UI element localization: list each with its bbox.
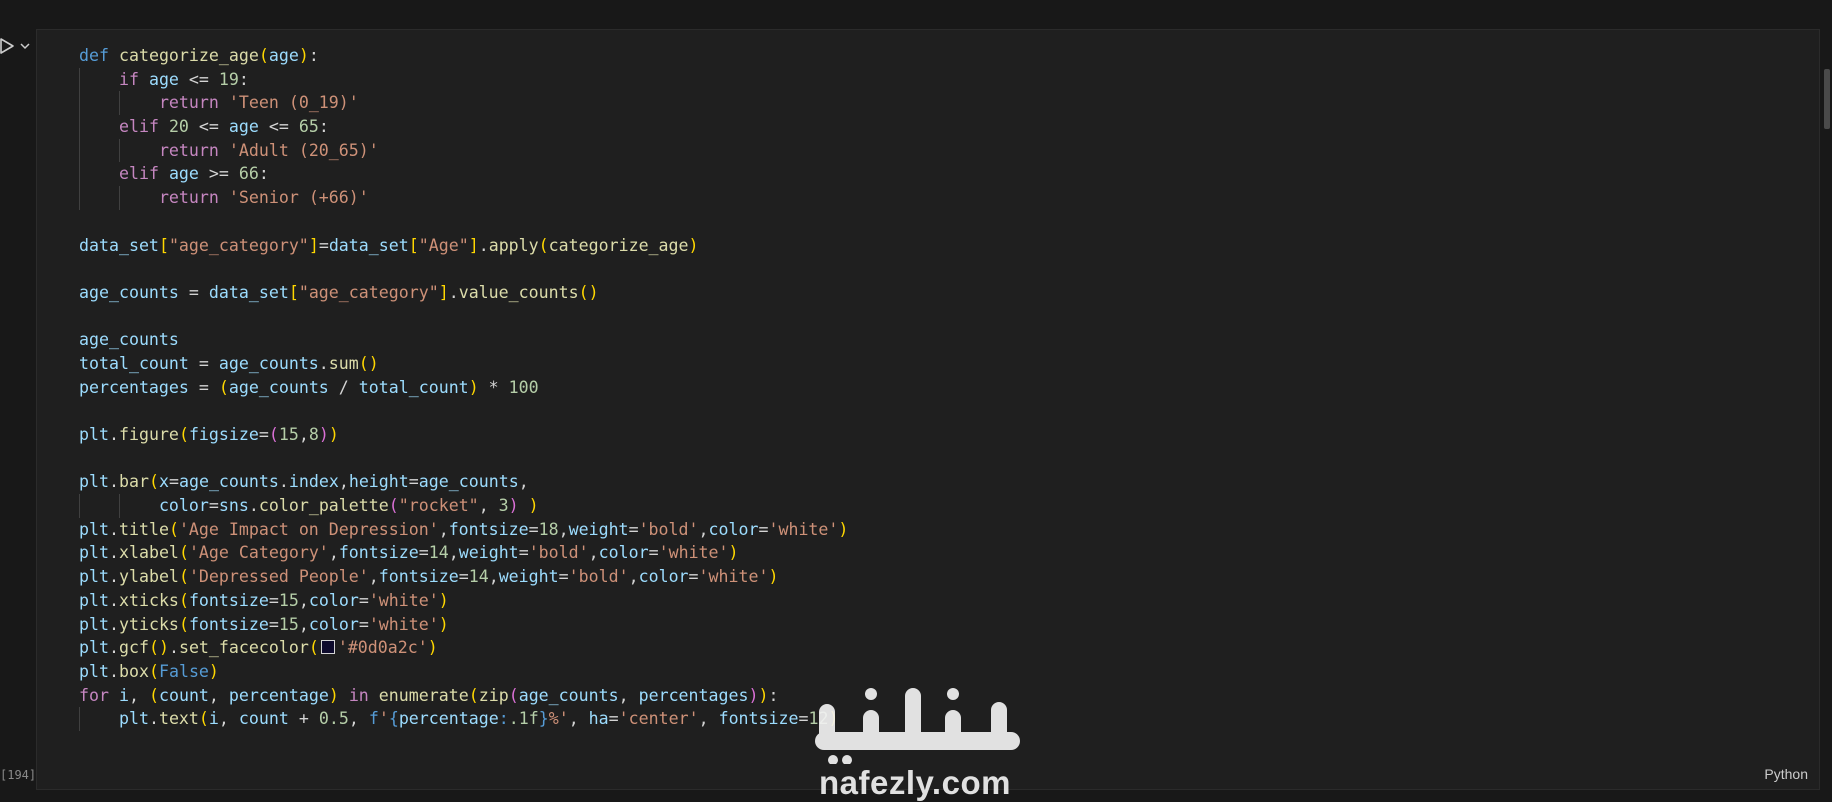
run-cell-icon[interactable] — [0, 36, 16, 56]
code-cell[interactable]: def categorize_age(age): if age <= 19: r… — [36, 29, 1820, 790]
code-editor[interactable]: def categorize_age(age): if age <= 19: r… — [79, 44, 848, 731]
code-line: data_set["age_category"]=data_set["Age"]… — [79, 235, 699, 255]
code-line: return 'Senior (+66)' — [79, 186, 848, 210]
code-line: total_count = age_counts.sum() — [79, 353, 379, 373]
code-line: plt.box(False) — [79, 661, 219, 681]
code-line: def categorize_age(age): — [79, 46, 319, 65]
notebook-editor: def categorize_age(age): if age <= 19: r… — [0, 0, 1832, 802]
execution-count: [194] — [0, 768, 37, 782]
code-line: plt.figure(figsize=(15,8)) — [79, 425, 339, 444]
code-line: return 'Adult (20_65)' — [79, 138, 848, 163]
code-line: if age <= 19: — [79, 67, 848, 92]
scrollbar-thumb[interactable] — [1824, 69, 1830, 129]
code-line: plt.title('Age Impact on Depression',fon… — [79, 519, 849, 539]
code-line: for i, (count, percentage) in enumerate(… — [79, 685, 779, 705]
code-line: color=sns.color_palette("rocket", 3) ) — [79, 494, 848, 518]
watermark-logo: nafezly.com — [805, 680, 1030, 801]
code-line: plt.xticks(fontsize=15,color='white') — [79, 590, 449, 610]
code-line: plt.yticks(fontsize=15,color='white') — [79, 614, 449, 634]
code-line: elif 20 <= age <= 65: — [79, 115, 848, 139]
run-controls — [0, 36, 30, 56]
language-indicator[interactable]: Python — [1764, 766, 1808, 782]
code-line: percentages = (age_counts / total_count)… — [79, 377, 539, 397]
code-line: plt.xlabel('Age Category',fontsize=14,we… — [79, 543, 739, 563]
code-line: plt.text(i, count + 0.5, f'{percentage:.… — [79, 707, 848, 731]
nafezly-logo-icon — [815, 688, 1020, 765]
code-line: age_counts = data_set["age_category"].va… — [79, 282, 599, 302]
vertical-scrollbar[interactable] — [1822, 34, 1832, 790]
color-swatch-icon[interactable] — [320, 640, 335, 655]
editor-top-bar — [0, 0, 1832, 26]
code-line: plt.ylabel('Depressed People',fontsize=1… — [79, 567, 779, 587]
chevron-down-icon[interactable] — [20, 36, 30, 56]
code-line: elif age >= 66: — [79, 162, 848, 187]
code-line: plt.bar(x=age_counts.index,height=age_co… — [79, 472, 529, 492]
code-line: return 'Teen (0_19)' — [79, 91, 848, 116]
code-line: age_counts — [79, 330, 179, 350]
code-line: plt.gcf().set_facecolor('#0d0a2c') — [79, 638, 438, 658]
watermark-domain: nafezly.com — [819, 764, 1011, 801]
